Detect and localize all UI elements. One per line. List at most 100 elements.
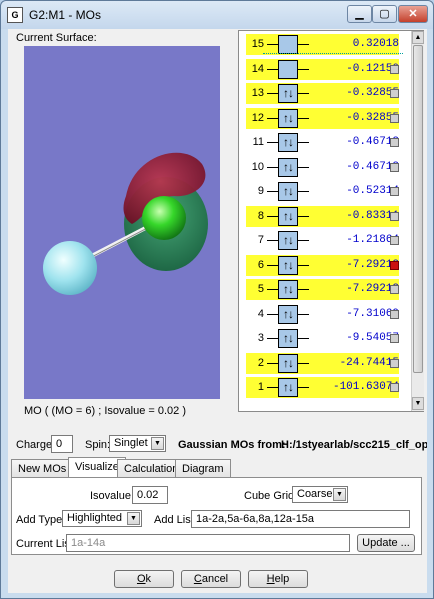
electron-spin-icon: ↑↓ — [283, 110, 294, 125]
mo-row-4[interactable]: 4 ↑↓ -7.31069 — [246, 304, 399, 325]
cube-grid-value: Coarse — [297, 488, 333, 500]
spin-select[interactable]: Singlet ▼ — [109, 435, 166, 452]
chevron-down-icon: ▼ — [127, 512, 140, 525]
gaussview-app-icon: G — [7, 7, 23, 23]
mo-row-2[interactable]: 2 ↑↓ -24.74415 — [246, 352, 399, 374]
occupancy-box: ↑↓ — [278, 304, 298, 324]
occupancy-box — [278, 59, 298, 79]
electron-spin-icon: ↑↓ — [283, 306, 294, 321]
mo-number: 13 — [251, 87, 264, 99]
add-type-select[interactable]: Highlighted ▼ — [62, 510, 142, 527]
mo-row-6[interactable]: 6 ↑↓ -7.29213 — [246, 254, 399, 276]
mo-number: 6 — [257, 258, 264, 271]
ok-mnemonic: O — [136, 573, 146, 585]
mo-row-12[interactable]: 12 ↑↓ -0.32855 — [246, 107, 399, 129]
minimize-button[interactable]: ▁ — [347, 5, 372, 23]
mo-surface-toggle[interactable] — [390, 211, 399, 221]
mo-surface-toggle[interactable] — [390, 187, 399, 196]
mo-row-9[interactable]: 9 ↑↓ -0.52314 — [246, 181, 399, 202]
add-type-label: Add Type: — [16, 514, 66, 526]
occupancy-box: ↑↓ — [278, 255, 298, 275]
isovalue-input[interactable]: 0.02 — [132, 486, 168, 504]
occupancy-box: ↑↓ — [278, 378, 298, 397]
mo-window: G G2:M1 - MOs ▁ ▢ ✕ Current Surface: MO … — [0, 0, 434, 599]
mo-row-14[interactable]: 14 -0.12150 — [246, 58, 399, 80]
mo-surface-toggle[interactable] — [390, 89, 399, 98]
mo-row-7[interactable]: 7 ↑↓ -1.21864 — [246, 230, 399, 251]
mo-surface-toggle[interactable] — [390, 64, 399, 74]
mo-row-5[interactable]: 5 ↑↓ -7.29213 — [246, 279, 399, 300]
mo-number: 3 — [257, 332, 264, 344]
mo-surface-toggle[interactable] — [390, 334, 399, 343]
add-type-value: Highlighted — [67, 512, 123, 524]
ok-button[interactable]: Ok — [114, 570, 174, 588]
cancel-button[interactable]: Cancel — [181, 570, 241, 588]
tab-new-mos[interactable]: New MOs — [11, 459, 74, 478]
mo-row-3[interactable]: 3 ↑↓ -9.54057 — [246, 328, 399, 349]
mo-surface-toggle[interactable] — [390, 113, 399, 123]
cube-grid-select[interactable]: Coarse ▼ — [292, 486, 348, 503]
gaussian-mos-label: Gaussian MOs from: — [178, 439, 286, 451]
chevron-down-icon: ▼ — [151, 437, 164, 450]
charge-label: Charge: — [16, 439, 56, 451]
electron-spin-icon: ↑↓ — [283, 86, 294, 100]
mo-surface-toggle[interactable] — [390, 260, 399, 270]
help-button[interactable]: Help — [248, 570, 308, 588]
visualize-panel: Isovalue: 0.02 Cube Grid: Coarse ▼ Add T… — [11, 477, 422, 555]
maximize-button[interactable]: ▢ — [372, 5, 397, 23]
mo-surface-toggle[interactable] — [390, 236, 399, 245]
close-icon: ✕ — [408, 8, 418, 20]
mo-list-scrollbar[interactable]: ▲ ▼ — [411, 31, 424, 411]
title-bar[interactable]: G G2:M1 - MOs ▁ ▢ ✕ — [1, 1, 433, 29]
mo-number: 2 — [257, 356, 264, 369]
mo-row-15[interactable]: 15 0.32018 — [246, 34, 399, 55]
cube-grid-label: Cube Grid: — [244, 490, 298, 502]
help-label-rest: elp — [274, 573, 290, 585]
mo-number: 14 — [251, 62, 264, 75]
molecule-viewport[interactable] — [24, 46, 220, 399]
focus-divider — [263, 53, 403, 54]
electron-spin-icon: ↑↓ — [283, 282, 294, 296]
electron-spin-icon: ↑↓ — [283, 184, 294, 198]
occupancy-box: ↑↓ — [278, 133, 298, 152]
tab-diagram[interactable]: Diagram — [175, 459, 231, 478]
mo-number: 8 — [257, 209, 264, 222]
update-button[interactable]: Update ... — [357, 534, 415, 552]
mo-row-13[interactable]: 13 ↑↓ -0.32855 — [246, 83, 399, 104]
mo-surface-toggle[interactable] — [390, 285, 399, 294]
mo-row-8[interactable]: 8 ↑↓ -0.83311 — [246, 205, 399, 227]
mo-surface-toggle[interactable] — [390, 162, 399, 172]
scroll-thumb[interactable] — [413, 45, 423, 373]
window-title: G2:M1 - MOs — [29, 8, 102, 22]
mo-surface-toggle[interactable] — [390, 383, 399, 392]
chlorine-atom — [142, 196, 186, 240]
maximize-icon: ▢ — [379, 8, 390, 20]
help-mnemonic: H — [266, 573, 275, 585]
mo-number: 4 — [257, 307, 264, 320]
electron-spin-icon: ↑↓ — [283, 331, 294, 345]
electron-spin-icon: ↑↓ — [283, 135, 294, 149]
mo-surface-toggle[interactable] — [390, 358, 399, 368]
scroll-down-icon[interactable]: ▼ — [412, 397, 424, 410]
mo-number: 1 — [257, 381, 264, 393]
fluorine-atom — [43, 241, 97, 295]
occupancy-box: ↑↓ — [278, 280, 298, 299]
mo-number: 5 — [257, 283, 264, 295]
molecule-render — [43, 152, 208, 295]
mo-surface-toggle[interactable] — [390, 309, 399, 319]
cancel-mnemonic: C — [193, 573, 202, 585]
scroll-up-icon[interactable]: ▲ — [412, 31, 424, 44]
mo-energy-list[interactable]: 15 0.32018 14 -0.12150 13 ↑↓ -0.32855 12 ↑↓ -0.32… — [238, 30, 424, 412]
dialog-client-area: Current Surface: MO ((MO = 6) ; Isovalu… — [8, 29, 427, 593]
close-button[interactable]: ✕ — [398, 5, 428, 23]
mo-row-10[interactable]: 10 ↑↓ -0.46713 — [246, 157, 399, 178]
mo-row-1[interactable]: 1 ↑↓ -101.63074 — [246, 377, 399, 398]
occupancy-box: ↑↓ — [278, 84, 298, 103]
add-list-input[interactable]: 1a-2a,5a-6a,8a,12a-15a — [191, 510, 410, 528]
electron-spin-icon: ↑↓ — [283, 159, 294, 174]
electron-spin-icon: ↑↓ — [283, 257, 294, 272]
electron-spin-icon: ↑↓ — [283, 355, 294, 370]
mo-surface-toggle[interactable] — [390, 138, 399, 147]
mo-row-11[interactable]: 11 ↑↓ -0.46713 — [246, 132, 399, 153]
charge-input[interactable]: 0 — [51, 435, 73, 453]
